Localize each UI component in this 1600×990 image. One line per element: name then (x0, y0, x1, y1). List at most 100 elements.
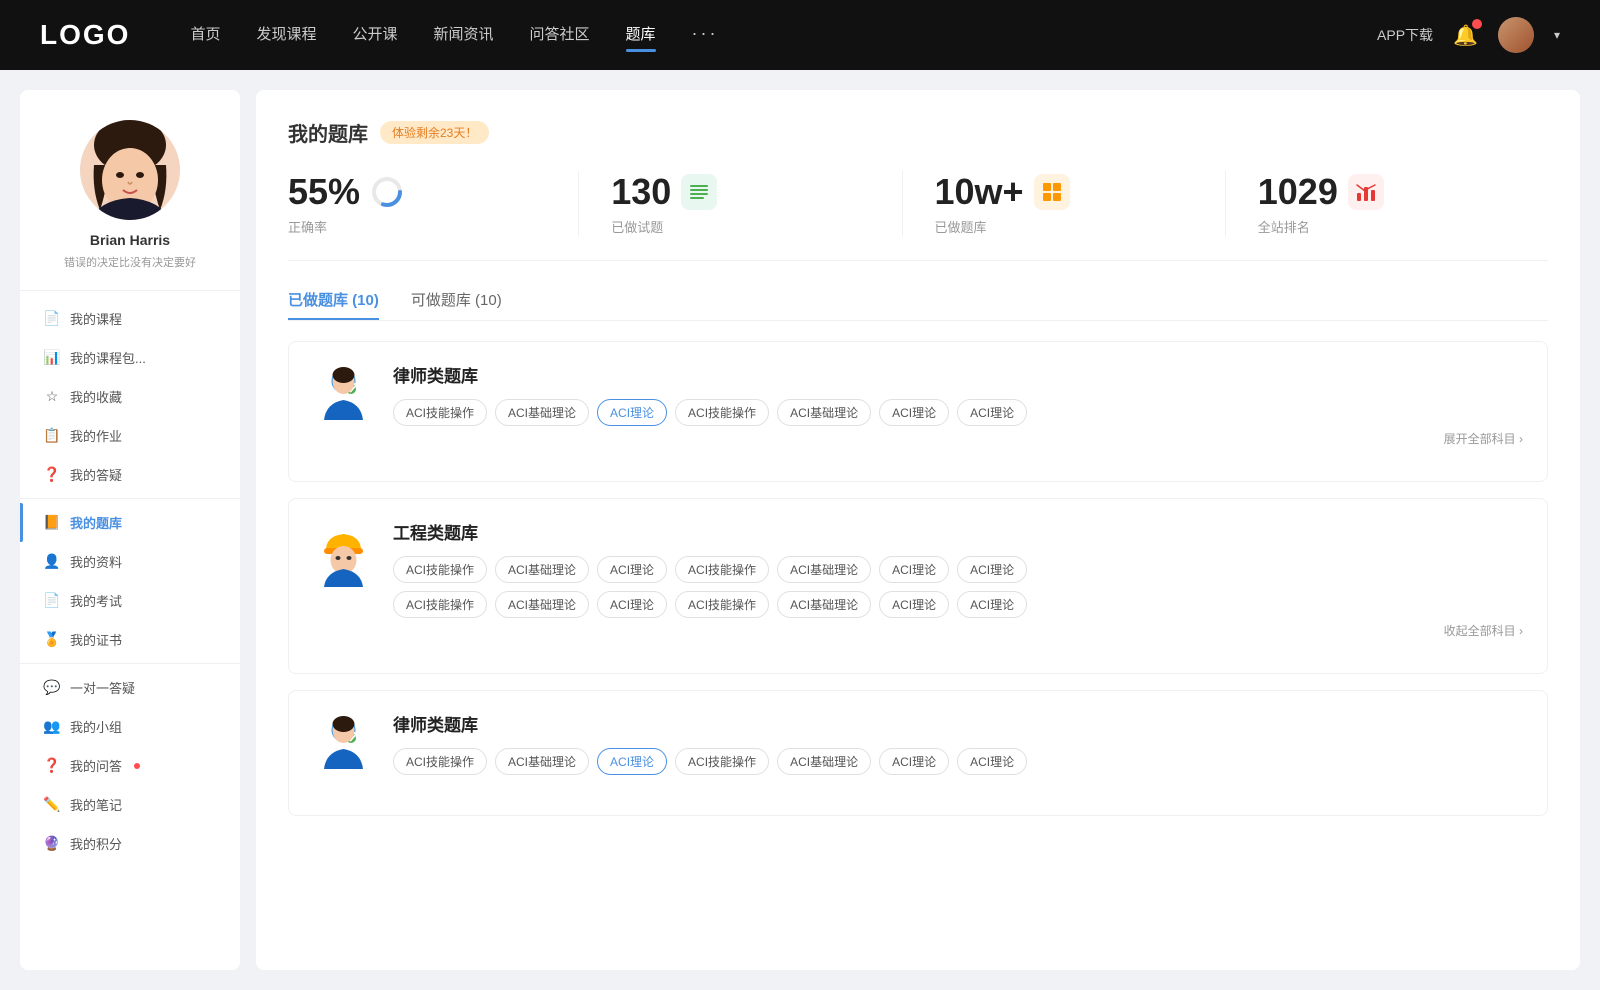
app-download-button[interactable]: APP下载 (1377, 25, 1433, 45)
tag[interactable]: ACI技能操作 (393, 591, 487, 618)
tag[interactable]: ACI理论 (957, 556, 1027, 583)
tag[interactable]: ACI基础理论 (495, 748, 589, 775)
sidebar-item-label: 我的小组 (70, 717, 122, 736)
notes-icon: ✏️ (44, 797, 60, 813)
tag[interactable]: ACI基础理论 (495, 591, 589, 618)
qbank-title-engineer1: 工程类题库 (393, 519, 1523, 544)
sidebar-item-points[interactable]: 🔮 我的积分 (20, 824, 240, 863)
tag-active[interactable]: ACI理论 (597, 399, 667, 426)
tag[interactable]: ACI理论 (879, 556, 949, 583)
sidebar-item-label: 我的题库 (70, 513, 122, 532)
tag[interactable]: ACI技能操作 (393, 399, 487, 426)
tag[interactable]: ACI技能操作 (675, 556, 769, 583)
main-layout: Brian Harris 错误的决定比没有决定要好 📄 我的课程 📊 我的课程包… (0, 70, 1600, 990)
sidebar-motto: 错误的决定比没有决定要好 (48, 254, 212, 270)
nav-item-qa[interactable]: 问答社区 (530, 23, 590, 48)
engineer-icon-container (313, 519, 373, 589)
sidebar-item-exam[interactable]: 📄 我的考试 (20, 581, 240, 620)
tag[interactable]: ACI理论 (957, 399, 1027, 426)
sidebar-item-label: 我的证书 (70, 630, 122, 649)
sidebar-item-course[interactable]: 📄 我的课程 (20, 299, 240, 338)
nav-item-home[interactable]: 首页 (190, 23, 220, 48)
tag-active[interactable]: ACI理论 (597, 748, 667, 775)
points-icon: 🔮 (44, 836, 60, 852)
tag[interactable]: ACI基础理论 (777, 591, 871, 618)
tag[interactable]: ACI理论 (879, 591, 949, 618)
sidebar-item-label: 我的课程 (70, 309, 122, 328)
nav-item-opencourse[interactable]: 公开课 (352, 23, 397, 48)
tag[interactable]: ACI技能操作 (675, 399, 769, 426)
tag[interactable]: ACI基础理论 (777, 556, 871, 583)
qbank-title-lawyer2: 律师类题库 (393, 711, 1523, 736)
sidebar-item-qanda[interactable]: ❓ 我的问答 (20, 746, 240, 785)
tag[interactable]: ACI基础理论 (495, 556, 589, 583)
sidebar-item-coursepack[interactable]: 📊 我的课程包... (20, 338, 240, 377)
menu-divider-2 (20, 663, 240, 664)
list-icon (688, 181, 710, 203)
stat-value-rank: 1029 (1258, 171, 1338, 213)
sidebar-item-label: 我的积分 (70, 834, 122, 853)
qahelp-icon: ❓ (44, 467, 60, 483)
user-avatar-nav[interactable] (1498, 17, 1534, 53)
qbank-card-lawyer2: 律师类题库 ACI技能操作 ACI基础理论 ACI理论 ACI技能操作 ACI基… (288, 690, 1548, 816)
qbank-card-lawyer1: 律师类题库 ACI技能操作 ACI基础理论 ACI理论 ACI技能操作 ACI基… (288, 341, 1548, 482)
sidebar-item-label: 我的问答 (70, 756, 122, 775)
qanda-icon: ❓ (44, 758, 60, 774)
accuracy-donut-chart (370, 175, 404, 209)
sidebar-item-qahelp[interactable]: ❓ 我的答疑 (20, 455, 240, 494)
tag[interactable]: ACI技能操作 (675, 748, 769, 775)
lawyer-icon-container (313, 362, 373, 432)
nav-links: 首页 发现课程 公开课 新闻资讯 问答社区 题库 ··· (190, 23, 718, 48)
expand-button-lawyer1[interactable]: 展开全部科目 › (393, 430, 1523, 447)
sidebar-item-cert[interactable]: 🏅 我的证书 (20, 620, 240, 659)
sidebar-item-group[interactable]: 👥 我的小组 (20, 707, 240, 746)
stat-value-accuracy: 55% (288, 171, 360, 213)
logo[interactable]: LOGO (40, 19, 130, 51)
user-dropdown-arrow[interactable]: ▾ (1554, 28, 1560, 42)
sidebar-item-favorite[interactable]: ☆ 我的收藏 (20, 377, 240, 416)
sidebar-item-profile[interactable]: 👤 我的资料 (20, 542, 240, 581)
sidebar-menu: 📄 我的课程 📊 我的课程包... ☆ 我的收藏 📋 我的作业 ❓ 我的答疑 � (20, 290, 240, 863)
tag[interactable]: ACI技能操作 (675, 591, 769, 618)
sidebar: Brian Harris 错误的决定比没有决定要好 📄 我的课程 📊 我的课程包… (20, 90, 240, 970)
notification-bell[interactable]: 🔔 (1453, 23, 1478, 48)
sidebar-item-label: 我的课程包... (70, 348, 146, 367)
nav-item-news[interactable]: 新闻资讯 (434, 23, 494, 48)
tag[interactable]: ACI理论 (879, 748, 949, 775)
sidebar-item-label: 我的考试 (70, 591, 122, 610)
sidebar-item-tutor[interactable]: 💬 一对一答疑 (20, 668, 240, 707)
stat-main: 1029 (1258, 171, 1384, 213)
coursepack-icon: 📊 (44, 350, 60, 366)
tab-done-banks[interactable]: 已做题库 (10) (288, 289, 379, 320)
tag[interactable]: ACI理论 (879, 399, 949, 426)
nav-item-qbank[interactable]: 题库 (626, 23, 656, 48)
stat-value-done: 130 (611, 171, 671, 213)
nav-item-more[interactable]: ··· (692, 23, 719, 48)
tab-available-banks[interactable]: 可做题库 (10) (411, 289, 502, 320)
stat-label-done: 已做试题 (611, 217, 663, 236)
qbank-tags-lawyer2: ACI技能操作 ACI基础理论 ACI理论 ACI技能操作 ACI基础理论 AC… (393, 748, 1523, 775)
tabs-row: 已做题库 (10) 可做题库 (10) (288, 289, 1548, 321)
tag[interactable]: ACI理论 (957, 591, 1027, 618)
grid-icon (1041, 181, 1063, 203)
navbar-right: APP下载 🔔 ▾ (1377, 17, 1560, 53)
sidebar-item-label: 我的笔记 (70, 795, 122, 814)
qbank-header: 工程类题库 ACI技能操作 ACI基础理论 ACI理论 ACI技能操作 ACI基… (313, 519, 1523, 639)
tag[interactable]: ACI基础理论 (777, 748, 871, 775)
tag[interactable]: ACI基础理论 (777, 399, 871, 426)
stats-row: 55% 正确率 130 (288, 171, 1548, 261)
nav-item-discover[interactable]: 发现课程 (256, 23, 316, 48)
collapse-button-engineer1[interactable]: 收起全部科目 › (393, 622, 1523, 639)
sidebar-item-homework[interactable]: 📋 我的作业 (20, 416, 240, 455)
stat-label-banks: 已做题库 (935, 217, 987, 236)
qbank-tags-lawyer1: ACI技能操作 ACI基础理论 ACI理论 ACI技能操作 ACI基础理论 AC… (393, 399, 1523, 426)
sidebar-item-qbank[interactable]: 📙 我的题库 (20, 503, 240, 542)
tag[interactable]: ACI技能操作 (393, 556, 487, 583)
tag[interactable]: ACI理论 (597, 591, 667, 618)
tag[interactable]: ACI理论 (957, 748, 1027, 775)
sidebar-item-notes[interactable]: ✏️ 我的笔记 (20, 785, 240, 824)
tag[interactable]: ACI基础理论 (495, 399, 589, 426)
stat-label-rank: 全站排名 (1258, 217, 1310, 236)
tag[interactable]: ACI理论 (597, 556, 667, 583)
tag[interactable]: ACI技能操作 (393, 748, 487, 775)
